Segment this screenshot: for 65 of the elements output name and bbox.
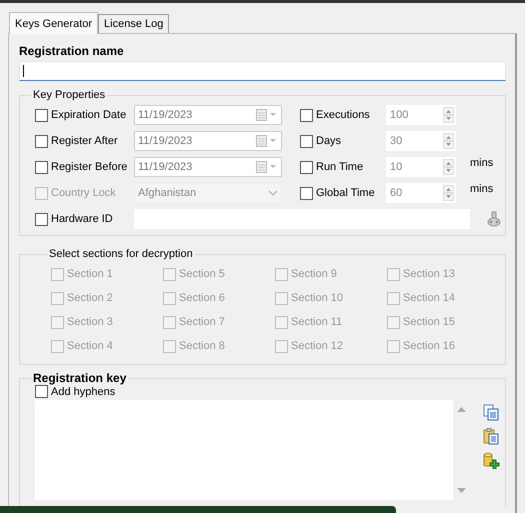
spin-arrows-icon	[443, 107, 454, 123]
spin-arrows-icon	[443, 133, 454, 149]
chevron-down-icon	[268, 190, 278, 196]
group-title: Select sections for decryption	[48, 248, 194, 260]
spin-box[interactable]: 10	[386, 157, 456, 177]
checkbox-label: Section 16	[403, 340, 455, 352]
copy-icon[interactable]	[483, 404, 499, 421]
checkbox-label: Section 11	[291, 316, 342, 328]
checkbox[interactable]	[300, 160, 313, 174]
checkbox-label: Days	[316, 135, 342, 147]
checkbox-label: Register Before	[51, 161, 128, 173]
spin-box[interactable]: 60	[386, 183, 456, 203]
field-label: Registration name	[19, 44, 125, 58]
checkbox-label: Section 5	[179, 268, 225, 280]
checkbox-label: Section 1	[67, 268, 113, 280]
scroll-up-icon[interactable]	[457, 406, 466, 412]
checkbox[interactable]	[35, 108, 48, 122]
unit-label: mins	[470, 183, 494, 195]
spin-box[interactable]: 100	[386, 105, 456, 125]
spin-box[interactable]: 30	[386, 131, 456, 151]
group-title: Registration key	[32, 371, 128, 385]
spin-arrows-icon	[443, 159, 454, 175]
checkbox-label: Run Time	[316, 161, 364, 173]
checkbox-label: Register After	[51, 135, 118, 147]
plug-icon[interactable]	[487, 211, 501, 227]
add-database-icon[interactable]	[483, 452, 500, 469]
checkbox[interactable]	[300, 108, 313, 122]
checkbox-label: Expiration Date	[51, 109, 126, 121]
checkbox-label: Section 9	[291, 268, 337, 280]
checkbox[interactable]	[35, 385, 48, 398]
checkbox-label: Hardware ID	[51, 213, 113, 225]
checkbox[interactable]	[35, 134, 48, 148]
checkbox[interactable]	[300, 186, 313, 200]
checkbox-label: Section 2	[67, 292, 113, 304]
checkbox[interactable]	[35, 160, 48, 174]
calendar-icon	[256, 109, 278, 121]
paste-icon[interactable]	[483, 428, 499, 445]
group-title: Key Properties	[32, 89, 106, 101]
checkbox-label: Section 6	[179, 292, 225, 304]
checkbox-label: Executions	[316, 109, 370, 121]
unit-label: mins	[470, 157, 494, 169]
calendar-icon	[256, 161, 278, 173]
input-field[interactable]	[19, 61, 506, 81]
date-picker[interactable]: 11/19/2023	[134, 105, 282, 125]
checkbox[interactable]	[300, 134, 313, 148]
checkbox-label: Country Lock	[51, 187, 116, 199]
checkbox-label: Add hyphens	[51, 386, 116, 398]
date-picker[interactable]: 11/19/2023	[134, 157, 282, 177]
checkbox-label: Section 12	[291, 340, 343, 352]
scroll-down-icon[interactable]	[457, 488, 466, 494]
checkbox-label: Section 14	[403, 292, 455, 304]
checkbox-label: Section 10	[291, 292, 343, 304]
date-picker[interactable]: 11/19/2023	[134, 131, 282, 151]
checkbox-label: Section 8	[179, 340, 225, 352]
spin-arrows-icon	[443, 185, 454, 201]
checkbox-label: Section 3	[67, 316, 113, 328]
checkbox[interactable]	[35, 212, 48, 226]
checkbox-label: Global Time	[316, 187, 375, 199]
tab[interactable]: Keys Generator	[9, 12, 98, 34]
tab[interactable]: License Log	[98, 14, 170, 33]
checkbox-label: Section 4	[67, 340, 113, 352]
checkbox-label: Section 7	[179, 316, 225, 328]
checkbox-label: Section 15	[403, 316, 455, 328]
checkbox-label: Section 13	[403, 268, 455, 280]
calendar-icon	[256, 135, 278, 147]
